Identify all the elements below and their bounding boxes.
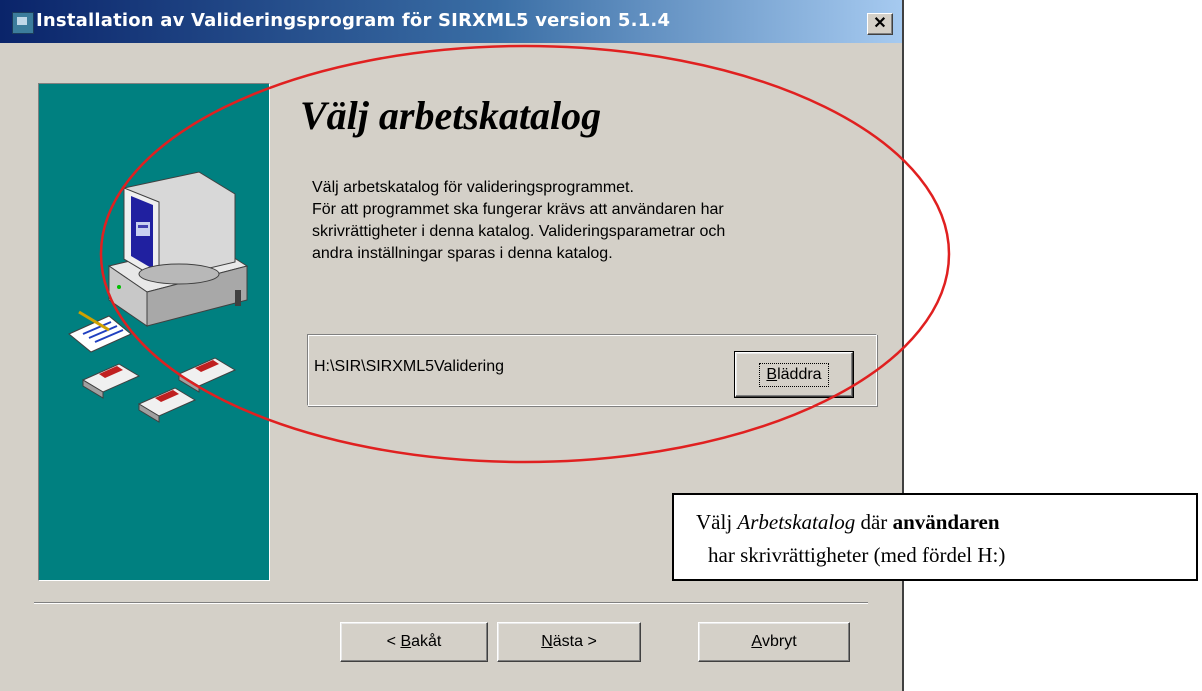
- directory-path: H:\SIR\SIRXML5Validering: [314, 358, 504, 375]
- next-button[interactable]: Nästa >: [497, 622, 641, 662]
- description-line-2: För att programmet ska fungerar krävs at…: [312, 201, 724, 218]
- button-separator: [34, 602, 868, 604]
- back-button[interactable]: < Bakåt: [340, 622, 488, 662]
- installer-window: Installation av Valideringsprogram för S…: [0, 0, 904, 691]
- document-pen-icon: [68, 310, 132, 353]
- setup-illustration: [68, 171, 249, 423]
- callout-line-1: Välj Arbetskatalog där användaren: [696, 510, 1000, 534]
- page-heading: Välj arbetskatalog: [300, 93, 602, 138]
- title-bar[interactable]: Installation av Valideringsprogram för S…: [0, 0, 902, 43]
- callout-line-2: har skrivrättigheter (med fördel H:): [708, 543, 1006, 567]
- callout-note: Välj Arbetskatalog där användaren har sk…: [672, 493, 1198, 581]
- browse-button[interactable]: Bläddra: [734, 351, 854, 398]
- side-panel: [38, 83, 270, 581]
- close-button[interactable]: ✕: [867, 13, 893, 35]
- window-title: Installation av Valideringsprogram för S…: [36, 10, 671, 31]
- cancel-button[interactable]: Avbryt: [698, 622, 850, 662]
- description-line-3: skrivrättigheter i denna katalog. Valide…: [312, 223, 726, 240]
- computer-icon: [107, 171, 249, 327]
- floppy-disk-icon: [81, 357, 237, 423]
- description-line-4: andra inställningar sparas i denna katal…: [312, 245, 613, 262]
- installer-icon: [12, 12, 34, 34]
- close-icon: ✕: [873, 15, 887, 32]
- description-line-1: Välj arbetskatalog för valideringsprogra…: [312, 179, 634, 196]
